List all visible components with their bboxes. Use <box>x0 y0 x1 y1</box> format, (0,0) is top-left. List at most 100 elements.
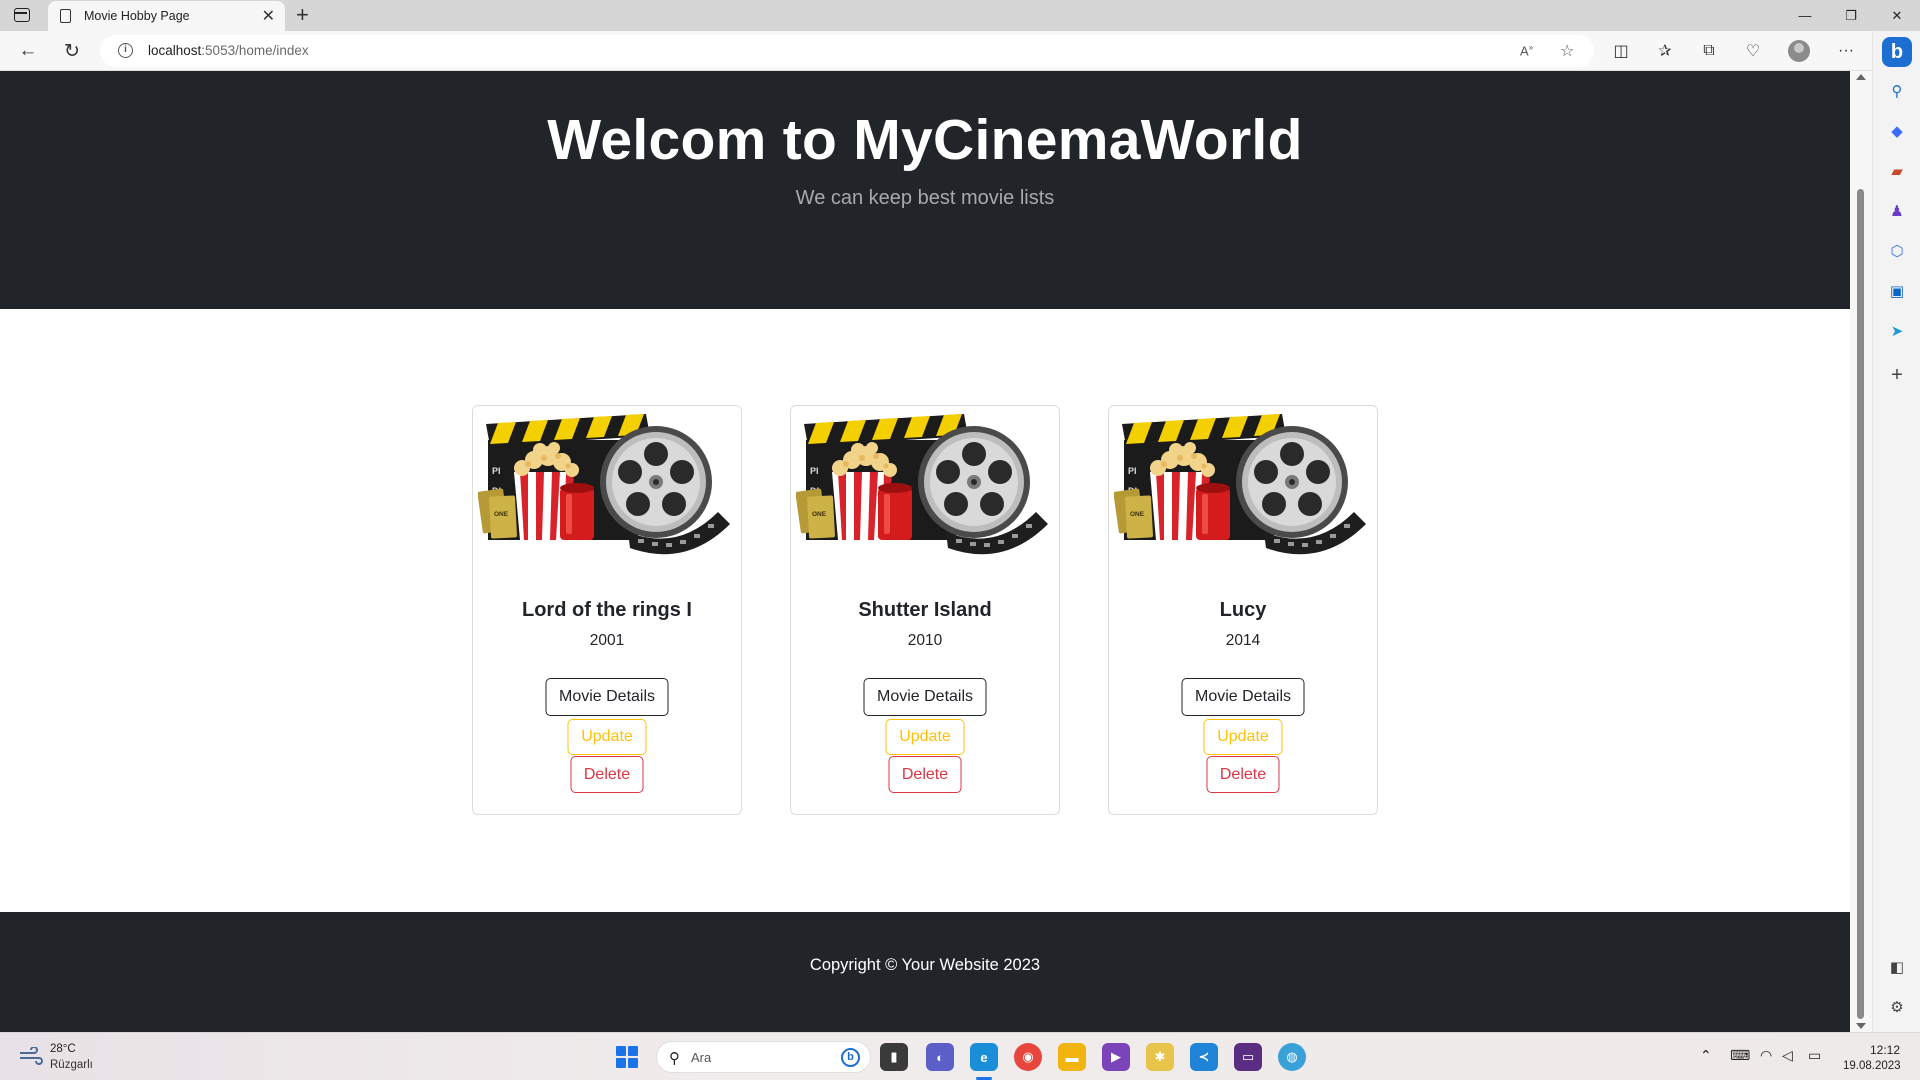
visual-studio-icon[interactable]: ▶ <box>1102 1043 1130 1071</box>
page-subtitle: We can keep best movie lists <box>795 187 1055 209</box>
clock-time[interactable]: 12:12 <box>1870 1043 1900 1057</box>
shopping-tag-icon[interactable]: ◆ <box>1887 121 1907 141</box>
tool-icon[interactable]: ✱ <box>1146 1043 1174 1071</box>
movie-image: PI DI ONE <box>1114 414 1366 555</box>
movie-image: PI DI ONE <box>796 414 1048 555</box>
delete-button[interactable]: Delete <box>1206 756 1280 793</box>
hero-header: Welcom to MyCinemaWorld We can keep best… <box>0 71 1850 309</box>
favorites-icon[interactable]: ✰ <box>1653 39 1677 63</box>
web-page: Welcom to MyCinemaWorld We can keep best… <box>0 71 1850 1032</box>
heart-pulse-icon[interactable]: ♡ <box>1741 39 1765 63</box>
close-window-icon[interactable]: ✕ <box>1874 0 1920 31</box>
keyboard-icon[interactable]: ⌨ <box>1730 1047 1750 1064</box>
movie-card: PI DI ONE Lucy 2014 Movie Deta <box>1108 405 1378 815</box>
outlook-icon[interactable]: ▣ <box>1887 281 1907 301</box>
page-scrollbar[interactable] <box>1850 71 1872 1032</box>
add-sidebar-app-icon[interactable]: + <box>1887 364 1907 386</box>
movie-image: PI DI ONE <box>478 414 730 555</box>
search-icon: ⚲ <box>669 1050 680 1067</box>
copilot-icon[interactable]: b <box>1882 37 1912 67</box>
svg-text:ONE: ONE <box>812 511 827 518</box>
tab-actions-icon[interactable] <box>14 8 30 22</box>
windows-start-icon[interactable] <box>616 1046 638 1068</box>
star-icon[interactable]: ☆ <box>1560 41 1574 61</box>
globe-icon[interactable]: ◍ <box>1278 1043 1306 1071</box>
chrome-icon[interactable]: ◉ <box>1014 1043 1042 1071</box>
games-icon[interactable]: ♟ <box>1887 201 1907 221</box>
collections-icon[interactable]: ⧉ <box>1697 39 1721 63</box>
url-text[interactable]: localhost:5053/home/index <box>148 43 309 58</box>
browser-tab[interactable]: Movie Hobby Page ✕ <box>48 1 285 31</box>
sidebar-settings-icon[interactable]: ⚙ <box>1887 997 1907 1017</box>
svg-text:ONE: ONE <box>1130 511 1145 518</box>
movie-card: PI DI ONE Shutter Island 2010 <box>790 405 1060 815</box>
chevron-up-icon[interactable]: ⌃ <box>1700 1047 1712 1064</box>
address-bar[interactable]: i localhost:5053/home/index A» ☆ <box>100 35 1594 67</box>
file-explorer-icon[interactable]: ▬ <box>1058 1043 1086 1071</box>
vscode-icon[interactable]: ≺ <box>1190 1043 1218 1071</box>
copyright-text: Copyright © Your Website 2023 <box>809 956 1041 974</box>
browser-toolbar: ← ↻ i localhost:5053/home/index A» ☆ ◫ ✰… <box>0 31 1920 71</box>
restore-icon[interactable]: ❐ <box>1828 0 1874 31</box>
new-tab-icon[interactable]: + <box>296 2 309 28</box>
volume-icon[interactable]: ◁ <box>1782 1047 1793 1064</box>
page-footer: Copyright © Your Website 2023 <box>0 912 1850 1032</box>
taskbar: 28°C Rüzgarlı ⚲ Ara b ▮ ◐ e ◉ ▬ ▶ ✱ ≺ ▭ … <box>0 1032 1920 1080</box>
movie-year: 2010 <box>907 632 943 649</box>
wifi-icon[interactable]: ◠ <box>1760 1047 1772 1064</box>
update-button[interactable]: Update <box>885 719 965 755</box>
terminal-icon[interactable]: ▭ <box>1234 1043 1262 1071</box>
minimize-icon[interactable]: — <box>1782 0 1828 31</box>
svg-text:PI: PI <box>492 466 501 476</box>
movie-title: Shutter Island <box>858 599 992 621</box>
update-button[interactable]: Update <box>567 719 647 755</box>
microsoft-365-icon[interactable]: ⬡ <box>1887 241 1907 261</box>
more-icon[interactable]: ··· <box>1834 39 1858 63</box>
drop-icon[interactable]: ➤ <box>1887 321 1907 341</box>
taskbar-search[interactable]: ⚲ Ara b <box>656 1041 871 1073</box>
page-icon <box>60 9 71 23</box>
update-button[interactable]: Update <box>1203 719 1283 755</box>
movie-details-button[interactable]: Movie Details <box>545 678 669 716</box>
info-icon[interactable]: i <box>118 43 133 58</box>
movie-card: PI DI ONE Lord of the rings I 2001 <box>472 405 742 815</box>
back-arrow-icon[interactable]: ← <box>14 37 42 65</box>
clock-date[interactable]: 19.08.2023 <box>1843 1060 1901 1072</box>
browser-tab-bar: Movie Hobby Page ✕ + — ❐ ✕ <box>0 0 1920 31</box>
scroll-down-icon[interactable] <box>1856 1023 1866 1029</box>
avatar-icon[interactable] <box>1788 40 1810 62</box>
read-aloud-icon[interactable]: A» <box>1520 43 1533 58</box>
edge-sidebar: b ⚲ ◆ ▰ ♟ ⬡ ▣ ➤ + ◧ ⚙ <box>1872 31 1920 1032</box>
svg-text:PI: PI <box>1128 466 1137 476</box>
task-view-icon[interactable]: ▮ <box>880 1043 908 1071</box>
scroll-thumb[interactable] <box>1857 189 1864 1019</box>
delete-button[interactable]: Delete <box>888 756 962 793</box>
tab-title: Movie Hobby Page <box>84 9 190 23</box>
svg-text:PI: PI <box>810 466 819 476</box>
split-screen-icon[interactable]: ◫ <box>1609 39 1633 63</box>
bing-icon[interactable]: b <box>841 1048 860 1067</box>
close-tab-icon[interactable]: ✕ <box>262 6 275 26</box>
weather-temperature[interactable]: 28°C <box>50 1043 76 1055</box>
refresh-icon[interactable]: ↻ <box>58 37 86 65</box>
scroll-up-icon[interactable] <box>1856 74 1866 80</box>
edge-icon[interactable]: e <box>970 1043 998 1071</box>
movie-title: Lucy <box>1219 599 1267 621</box>
search-placeholder: Ara <box>691 1050 712 1065</box>
movie-details-button[interactable]: Movie Details <box>863 678 987 716</box>
movie-year: 2001 <box>589 632 625 649</box>
hide-sidebar-icon[interactable]: ◧ <box>1887 957 1907 977</box>
search-icon[interactable]: ⚲ <box>1887 81 1907 101</box>
weather-description[interactable]: Rüzgarlı <box>50 1059 93 1071</box>
delete-button[interactable]: Delete <box>570 756 644 793</box>
movie-details-button[interactable]: Movie Details <box>1181 678 1305 716</box>
wind-icon[interactable] <box>18 1047 44 1065</box>
movie-list: PI DI ONE Lord of the rings I 2001 <box>472 405 1378 815</box>
window-controls: — ❐ ✕ <box>1782 0 1920 31</box>
battery-icon[interactable]: ▭ <box>1808 1047 1821 1064</box>
chat-icon[interactable]: ◐ <box>926 1043 954 1071</box>
svg-text:ONE: ONE <box>494 511 509 518</box>
tools-briefcase-icon[interactable]: ▰ <box>1887 161 1907 181</box>
movie-title: Lord of the rings I <box>522 599 692 621</box>
page-title: Welcom to MyCinemaWorld <box>547 108 1303 172</box>
